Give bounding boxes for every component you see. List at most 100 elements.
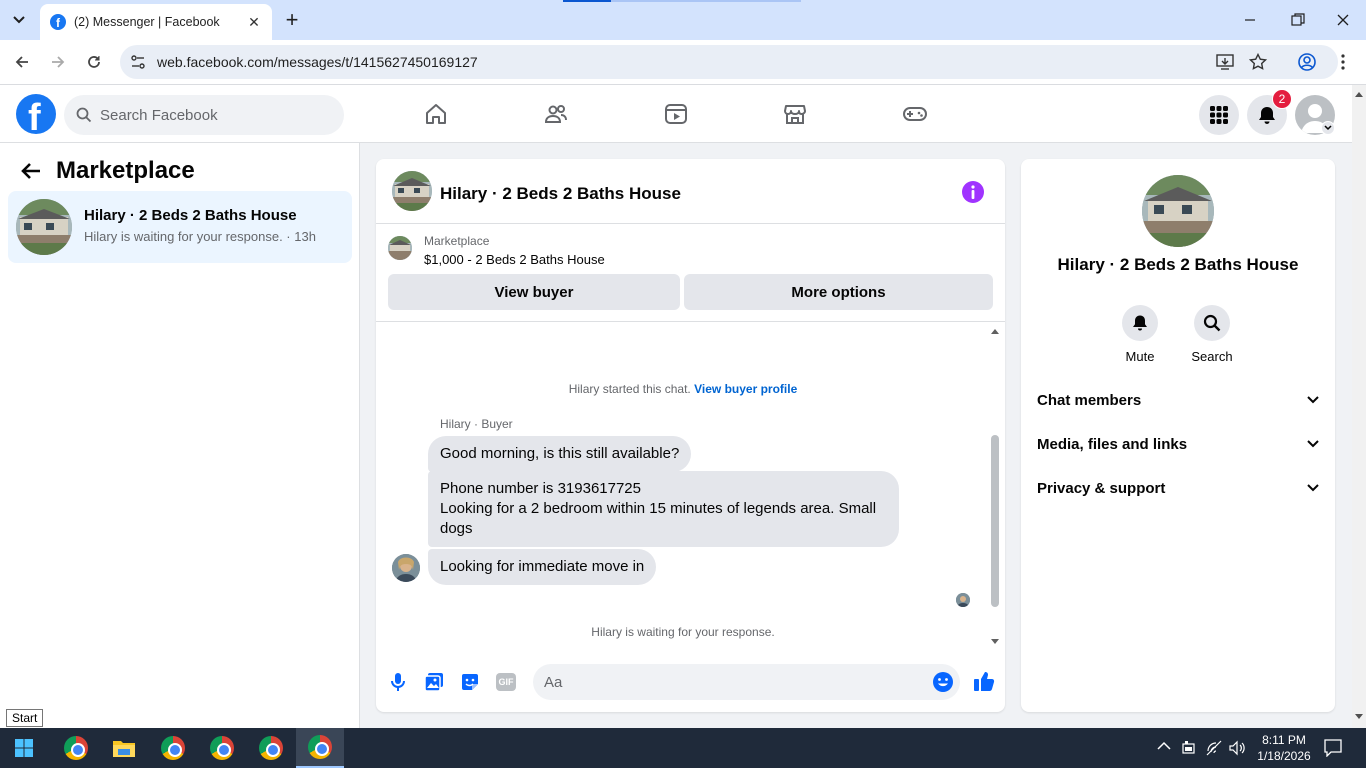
sender-label: Hilary · Buyer bbox=[440, 417, 513, 431]
search-placeholder: Search Facebook bbox=[100, 106, 218, 124]
media-files-links-section[interactable]: Media, files and links bbox=[1037, 432, 1319, 456]
tab-messenger[interactable]: f (2) Messenger | Facebook ✕ bbox=[40, 4, 272, 40]
chrome-taskbar-icon-active[interactable] bbox=[296, 728, 344, 768]
waiting-notice: Hilary is waiting for your response. bbox=[591, 625, 775, 639]
site-settings-icon[interactable] bbox=[130, 54, 146, 70]
chat-panel: Hilary · 2 Beds 2 Baths House Marketplac… bbox=[376, 159, 1005, 712]
forward-arrow-icon[interactable] bbox=[47, 51, 69, 73]
loading-indicator-track bbox=[611, 0, 801, 2]
gif-icon[interactable]: GIF bbox=[496, 673, 516, 691]
volume-icon[interactable] bbox=[1229, 740, 1247, 756]
tab-search-icon[interactable] bbox=[8, 9, 30, 31]
emoji-icon[interactable] bbox=[932, 671, 954, 693]
photo-icon[interactable] bbox=[424, 672, 444, 692]
file-explorer-icon[interactable] bbox=[100, 728, 148, 768]
conversation-details-panel: Hilary · 2 Beds 2 Baths House Mute Searc… bbox=[1021, 159, 1335, 712]
section-label: Chat members bbox=[1037, 391, 1142, 409]
chat-title[interactable]: Hilary · 2 Beds 2 Baths House bbox=[440, 184, 681, 204]
bell-icon bbox=[1122, 305, 1158, 341]
gaming-icon[interactable] bbox=[903, 102, 927, 126]
view-buyer-profile-link[interactable]: View buyer profile bbox=[694, 382, 797, 396]
panel-title: Marketplace bbox=[56, 157, 195, 184]
listing-thumbnail bbox=[388, 236, 412, 260]
chat-avatar[interactable] bbox=[392, 171, 432, 211]
start-tooltip: Start bbox=[6, 709, 44, 727]
thread-name: Hilary · 2 Beds 2 Baths House bbox=[84, 207, 297, 224]
section-label: Media, files and links bbox=[1037, 435, 1188, 453]
chat-started-notice: Hilary started this chat. View buyer pro… bbox=[376, 382, 990, 396]
close-tab-icon[interactable]: ✕ bbox=[246, 14, 262, 30]
chat-started-text: Hilary started this chat. bbox=[568, 382, 691, 396]
friends-icon[interactable] bbox=[544, 102, 568, 126]
conversation-avatar[interactable] bbox=[1142, 175, 1214, 247]
thread-item[interactable]: Hilary · 2 Beds 2 Baths House Hilary is … bbox=[8, 191, 352, 263]
tab-title: (2) Messenger | Facebook bbox=[74, 15, 220, 29]
section-label: Privacy & support bbox=[1037, 479, 1166, 497]
account-chevron-down-icon[interactable] bbox=[1321, 121, 1335, 135]
windows-start-icon[interactable] bbox=[0, 728, 48, 768]
chrome-taskbar-icon[interactable] bbox=[247, 728, 295, 768]
browser-toolbar: web.facebook.com/messages/t/141562745016… bbox=[0, 40, 1366, 85]
privacy-support-section[interactable]: Privacy & support bbox=[1037, 476, 1319, 500]
browser-menu-icon[interactable] bbox=[1340, 53, 1346, 71]
chevron-down-icon bbox=[1307, 440, 1319, 448]
search-icon bbox=[1194, 305, 1230, 341]
video-icon[interactable] bbox=[664, 102, 688, 126]
listing-price-title[interactable]: $1,000 - 2 Beds 2 Baths House bbox=[424, 252, 605, 267]
search-label: Search bbox=[1191, 349, 1233, 364]
network-icon[interactable] bbox=[1205, 740, 1223, 756]
windows-taskbar: 8:11 PM 1/18/2026 bbox=[0, 728, 1366, 768]
browser-tab-bar: f (2) Messenger | Facebook ✕ + bbox=[0, 0, 1366, 40]
profile-icon[interactable] bbox=[1298, 53, 1316, 71]
clock-date: 1/18/2026 bbox=[1257, 749, 1311, 763]
seen-receipt-avatar bbox=[956, 593, 970, 607]
message-input-placeholder: Aa bbox=[544, 673, 563, 691]
search-conversation-button[interactable]: Search bbox=[1182, 305, 1242, 364]
back-arrow-icon[interactable] bbox=[20, 161, 42, 181]
reload-icon[interactable] bbox=[83, 51, 105, 73]
chat-scrollbar-thumb[interactable] bbox=[991, 435, 999, 607]
facebook-logo-icon[interactable]: f bbox=[16, 94, 56, 134]
conversation-name: Hilary · 2 Beds 2 Baths House bbox=[1057, 255, 1299, 274]
view-buyer-button[interactable]: View buyer bbox=[388, 274, 680, 310]
install-app-icon[interactable] bbox=[1216, 53, 1234, 71]
bookmark-star-icon[interactable] bbox=[1249, 53, 1267, 71]
info-icon[interactable] bbox=[962, 181, 984, 203]
notification-count-badge: 2 bbox=[1272, 89, 1292, 109]
back-arrow-icon[interactable] bbox=[11, 51, 33, 73]
chevron-down-icon bbox=[1307, 484, 1319, 492]
message-bubble[interactable]: Looking for immediate move in bbox=[428, 549, 657, 585]
url-text: web.facebook.com/messages/t/141562745016… bbox=[157, 54, 478, 70]
minimize-icon[interactable] bbox=[1240, 12, 1260, 28]
thread-list-panel: Marketplace Hilary · 2 Beds 2 Baths Hous… bbox=[0, 143, 360, 728]
system-clock[interactable]: 8:11 PM 1/18/2026 bbox=[1253, 732, 1315, 764]
notification-center-icon[interactable] bbox=[1324, 739, 1342, 757]
thumbs-up-icon[interactable] bbox=[973, 670, 995, 692]
message-bubble[interactable]: Phone number is 3193617725 Looking for a… bbox=[428, 471, 899, 547]
battery-icon[interactable] bbox=[1181, 740, 1197, 756]
sticker-icon[interactable] bbox=[460, 672, 480, 692]
sender-avatar[interactable] bbox=[392, 554, 420, 582]
clock-time: 8:11 PM bbox=[1262, 733, 1306, 747]
facebook-search-input[interactable]: Search Facebook bbox=[64, 95, 344, 135]
message-composer: GIF Aa bbox=[376, 656, 1005, 712]
chrome-taskbar-icon[interactable] bbox=[149, 728, 197, 768]
home-icon[interactable] bbox=[424, 102, 448, 126]
menu-grid-icon[interactable] bbox=[1199, 95, 1239, 135]
chrome-taskbar-icon[interactable] bbox=[52, 728, 100, 768]
microphone-icon[interactable] bbox=[390, 672, 406, 692]
chrome-taskbar-icon[interactable] bbox=[198, 728, 246, 768]
restore-icon[interactable] bbox=[1287, 12, 1307, 28]
new-tab-icon[interactable]: + bbox=[282, 9, 302, 31]
message-bubble[interactable]: Good morning, is this still available? bbox=[428, 436, 692, 472]
mute-button[interactable]: Mute bbox=[1110, 305, 1170, 364]
chat-scrollbar[interactable] bbox=[990, 327, 1000, 647]
page-scrollbar[interactable] bbox=[1352, 85, 1366, 728]
message-input[interactable]: Aa bbox=[533, 664, 960, 700]
more-options-button[interactable]: More options bbox=[684, 274, 993, 310]
close-window-icon[interactable] bbox=[1333, 12, 1353, 28]
address-bar[interactable]: web.facebook.com/messages/t/141562745016… bbox=[120, 45, 1338, 79]
marketplace-icon[interactable] bbox=[783, 102, 807, 126]
show-hidden-icons-icon[interactable] bbox=[1157, 741, 1171, 751]
chat-members-section[interactable]: Chat members bbox=[1037, 388, 1319, 412]
